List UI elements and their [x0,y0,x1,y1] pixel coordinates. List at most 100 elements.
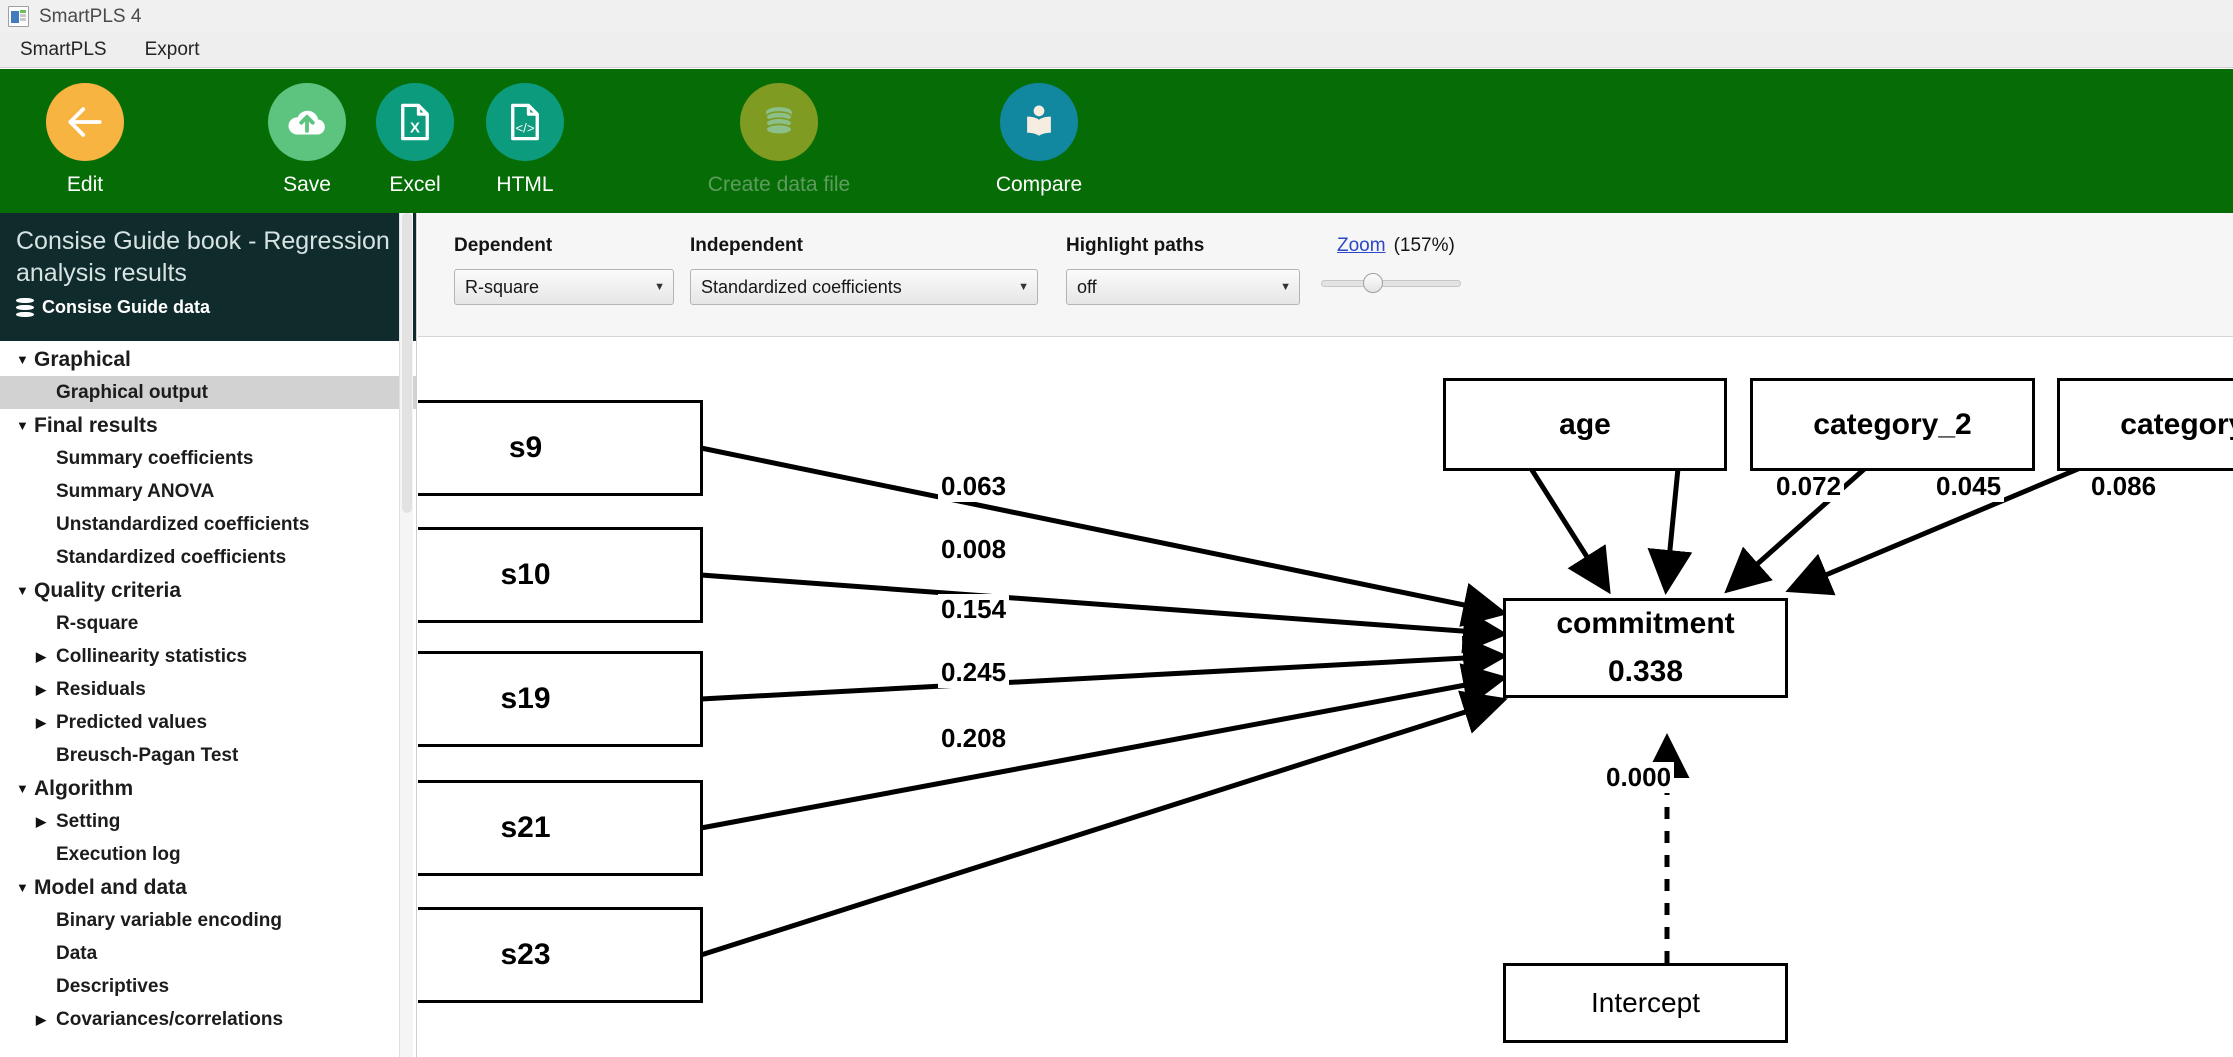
tree-group-algorithm[interactable]: Algorithm [0,772,416,805]
tree-label: Summary coefficients [56,447,254,469]
node-label: category_3 [2120,407,2233,441]
coefficient-s21: 0.245 [938,657,1010,688]
node-s9[interactable]: s9 [418,400,703,496]
graphical-output-canvas[interactable]: s9 s10 s19 s21 s23 age category_2 catego… [418,338,2233,1057]
compare-button[interactable]: Compare [964,83,1114,197]
html-file-icon: </> [486,83,564,161]
save-label: Save [283,173,331,196]
excel-label: Excel [389,173,441,196]
project-data-label: Consise Guide data [42,297,211,317]
independent-control: Independent Standardized coefficients ▼ [690,235,1038,305]
tree-item-binary-variable-encoding[interactable]: Binary variable encoding [0,904,416,937]
chevron-down-icon[interactable] [16,781,34,796]
tree-label: Model and data [34,875,187,899]
menu-bar: SmartPLS Export [0,33,2233,68]
node-intercept[interactable]: Intercept [1503,963,1788,1043]
coefficient-category-3: 0.086 [2088,471,2160,502]
zoom-slider[interactable] [1321,273,1461,293]
node-label: s19 [500,682,551,715]
create-data-file-button: Create data file [704,83,854,197]
tree-group-quality-criteria[interactable]: Quality criteria [0,574,416,607]
node-label: s9 [508,431,543,464]
chevron-down-icon: ▼ [654,281,665,293]
coefficient-s9: 0.063 [938,471,1010,502]
chevron-down-icon[interactable] [16,418,34,433]
chevron-right-icon[interactable] [36,715,54,731]
chevron-right-icon[interactable] [36,1012,54,1028]
tree-item-r-square[interactable]: R-square [0,607,416,640]
dependent-value: R-square [465,276,540,297]
chevron-right-icon[interactable] [36,649,54,665]
tree-label: Binary variable encoding [56,909,282,931]
tree-group-model-and-data[interactable]: Model and data [0,871,416,904]
tree-item-predicted-values[interactable]: Predicted values [0,706,416,739]
tree-label: Residuals [56,678,146,700]
node-category-3[interactable]: category_3 [2057,378,2233,471]
chevron-down-icon[interactable] [16,880,34,895]
tree-item-covariances-correlations[interactable]: Covariances/correlations [0,1003,416,1036]
menu-item-smartpls[interactable]: SmartPLS [20,39,107,61]
tree-item-residuals[interactable]: Residuals [0,673,416,706]
compare-label: Compare [995,173,1083,196]
sidebar-scrollbar[interactable] [399,213,413,1057]
independent-value: Standardized coefficients [701,276,902,297]
html-export-button[interactable]: </> HTML [450,83,600,197]
independent-label: Independent [690,235,803,256]
tree-group-graphical[interactable]: Graphical [0,343,416,376]
tree-label: R-square [56,612,139,634]
tree-label: Graphical output [56,381,208,403]
chevron-down-icon[interactable] [16,583,34,598]
zoom-link[interactable]: Zoom [1337,235,1386,257]
window-title: SmartPLS 4 [39,5,142,27]
coefficient-s10: 0.008 [938,534,1010,565]
node-s21[interactable]: s21 [418,780,703,876]
dependent-select[interactable]: R-square ▼ [454,269,674,305]
highlight-paths-select[interactable]: off ▼ [1066,269,1300,305]
diagram-controls: Dependent R-square ▼ Independent Standar… [418,213,2233,337]
chevron-down-icon: ▼ [1018,281,1029,293]
tree-item-breusch-pagan-test[interactable]: Breusch-Pagan Test [0,739,416,772]
tree-item-summary-coefficients[interactable]: Summary coefficients [0,442,416,475]
zoom-slider-knob[interactable] [1363,273,1383,293]
dependent-label: Dependent [454,235,553,256]
node-s10[interactable]: s10 [418,527,703,623]
compare-book-icon [1000,83,1078,161]
tree-item-execution-log[interactable]: Execution log [0,838,416,871]
chevron-right-icon[interactable] [36,682,54,698]
sidebar-scrollbar-thumb[interactable] [402,213,412,513]
node-s23[interactable]: s23 [418,907,703,1003]
independent-select[interactable]: Standardized coefficients ▼ [690,269,1038,305]
node-label: category_2 [1813,407,1972,441]
node-commitment[interactable]: commitment 0.338 [1503,598,1788,698]
tree-label: Unstandardized coefficients [56,513,310,535]
tree-item-unstandardized-coefficients[interactable]: Unstandardized coefficients [0,508,416,541]
tree-label: Setting [56,810,121,832]
tree-label: Graphical [34,347,131,371]
highlight-paths-control: Highlight paths off ▼ [1066,235,1300,305]
tree-item-collinearity-statistics[interactable]: Collinearity statistics [0,640,416,673]
tree-item-data[interactable]: Data [0,937,416,970]
tree-item-summary-anova[interactable]: Summary ANOVA [0,475,416,508]
menu-item-export[interactable]: Export [145,39,200,61]
tree-label: Final results [34,413,158,437]
tree-label: Quality criteria [34,578,182,602]
project-data-row[interactable]: Consise Guide data [16,297,402,318]
chevron-right-icon[interactable] [36,814,54,830]
chevron-down-icon[interactable] [16,352,34,367]
node-label: commitment [1556,607,1735,640]
tree-item-setting[interactable]: Setting [0,805,416,838]
svg-text:X: X [410,121,420,137]
tree-label: Algorithm [34,776,134,800]
node-age[interactable]: age [1443,378,1727,471]
tree-item-descriptives[interactable]: Descriptives [0,970,416,1003]
node-category-2[interactable]: category_2 [1750,378,2035,471]
tree-label: Standardized coefficients [56,546,287,568]
node-label: s10 [500,558,551,591]
node-s19[interactable]: s19 [418,651,703,747]
edit-button[interactable]: Edit [10,83,160,197]
tree-item-standardized-coefficients[interactable]: Standardized coefficients [0,541,416,574]
tree-item-graphical-output[interactable]: Graphical output [0,376,416,409]
zoom-control: Zoom (157%) [1321,235,1491,293]
tree-group-final-results[interactable]: Final results [0,409,416,442]
create-data-file-label: Create data file [707,173,851,196]
